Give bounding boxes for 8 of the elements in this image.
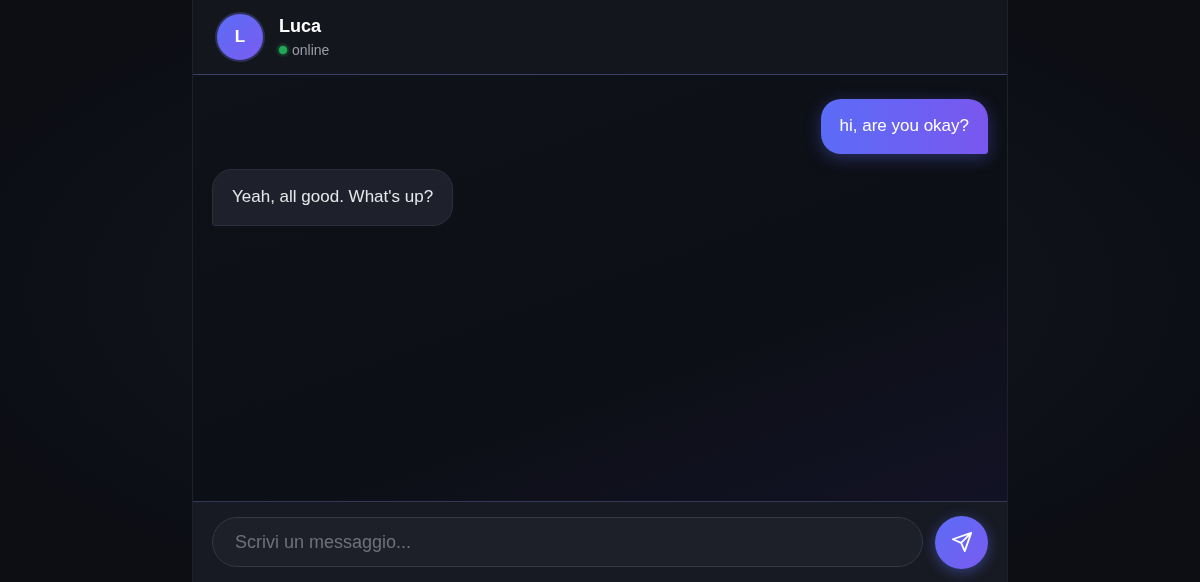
status-text: online (292, 42, 330, 58)
contact-name: Luca (279, 16, 322, 37)
received-message: Yeah, all good. What's up? (212, 169, 454, 227)
send-icon (950, 531, 973, 553)
send-button[interactable] (935, 515, 988, 569)
avatar: L (215, 12, 265, 62)
message-field[interactable]: Scrivi un messaggio... (212, 517, 923, 567)
sent-message: hi, are you okay? (820, 99, 988, 155)
